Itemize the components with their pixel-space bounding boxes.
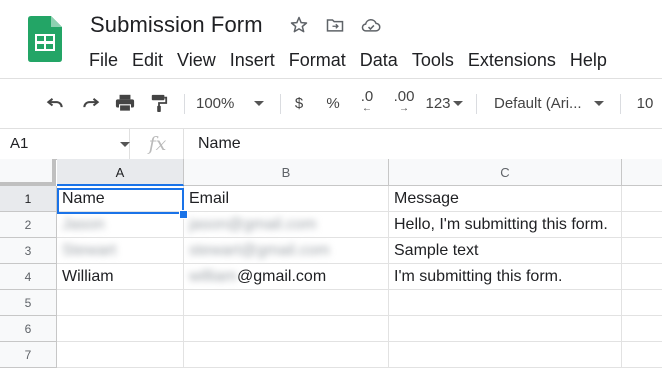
chevron-down-icon [593, 100, 604, 106]
row-header-6[interactable]: 6 [0, 316, 57, 342]
toolbar-divider [476, 94, 477, 114]
menu-view[interactable]: View [170, 48, 223, 72]
sheets-logo-icon[interactable] [28, 16, 62, 62]
cell-c6[interactable] [389, 316, 622, 342]
redacted-email-domain: gmail.com [243, 216, 317, 233]
redo-icon[interactable] [78, 89, 104, 117]
cell-a5[interactable] [57, 290, 184, 316]
column-header-next[interactable] [622, 159, 662, 186]
row-header-3[interactable]: 3 [0, 238, 57, 264]
toolbar-divider [620, 94, 621, 114]
cell-a1[interactable]: Name [57, 186, 184, 212]
fx-icon: fx [132, 129, 184, 159]
cell-d6[interactable] [622, 316, 662, 342]
formula-input[interactable]: Name [198, 129, 241, 159]
name-box-value: A1 [10, 135, 29, 152]
increase-decimal-button[interactable]: .00 → [390, 89, 418, 117]
cell-d2[interactable] [622, 212, 662, 238]
chevron-down-icon [120, 142, 130, 147]
menu-file[interactable]: File [82, 48, 125, 72]
toolbar: 100% $ % .0 ← .00 → 123 Default (Ari... … [0, 78, 662, 129]
cell-a3[interactable]: Stewart [57, 238, 184, 264]
font-value: Default (Ari... [494, 94, 582, 112]
menu-edit[interactable]: Edit [125, 48, 170, 72]
menu-tools[interactable]: Tools [405, 48, 461, 72]
undo-icon[interactable] [42, 89, 68, 117]
decrease-decimal-button[interactable]: .0 ← [354, 89, 380, 117]
cell-b7[interactable] [184, 342, 389, 368]
spreadsheet-grid: A B C 1 Name Email Message 2 Jason jason… [0, 159, 662, 370]
print-icon[interactable] [112, 89, 138, 117]
row-header-5[interactable]: 5 [0, 290, 57, 316]
cell-b2[interactable]: jason@gmail.com [184, 212, 389, 238]
row-header-7[interactable]: 7 [0, 342, 57, 368]
select-all-corner[interactable] [0, 159, 56, 186]
cell-a6[interactable] [57, 316, 184, 342]
cell-d5[interactable] [622, 290, 662, 316]
redacted-email-domain: gmail.com [256, 242, 330, 259]
more-formats-label: 123 [425, 94, 451, 112]
menu-extensions[interactable]: Extensions [461, 48, 563, 72]
chevron-down-icon [254, 100, 265, 106]
fill-handle[interactable] [179, 210, 188, 219]
zoom-value: 100% [196, 94, 235, 112]
menu-format[interactable]: Format [282, 48, 353, 72]
menu-bar: File Edit View Insert Format Data Tools … [82, 48, 614, 72]
redacted-name: Jason [62, 216, 105, 233]
arrow-left-icon: ← [362, 103, 372, 114]
cell-a7[interactable] [57, 342, 184, 368]
formula-bar: A1 fx Name [0, 128, 662, 160]
cell-d7[interactable] [622, 342, 662, 368]
name-box[interactable]: A1 [0, 129, 130, 159]
cell-d4[interactable] [622, 264, 662, 290]
star-icon[interactable] [288, 14, 310, 36]
percent-format-button[interactable]: % [322, 89, 344, 117]
cloud-saved-icon[interactable] [360, 14, 382, 36]
cell-a2[interactable]: Jason [57, 212, 184, 238]
cell-b5[interactable] [184, 290, 389, 316]
document-title[interactable]: Submission Form [90, 12, 263, 38]
increase-decimal-label: .00 [393, 88, 415, 105]
cell-c7[interactable] [389, 342, 622, 368]
arrow-right-icon: → [399, 103, 409, 114]
cell-a4[interactable]: William [57, 264, 184, 290]
menu-data[interactable]: Data [353, 48, 405, 72]
redacted-name: Stewart [62, 242, 117, 259]
cell-d3[interactable] [622, 238, 662, 264]
column-header-a[interactable]: A [57, 159, 184, 186]
more-formats-button[interactable]: 123 [424, 89, 464, 117]
currency-format-button[interactable]: $ [288, 89, 310, 117]
font-size-input[interactable]: 10 [634, 89, 656, 117]
column-header-c[interactable]: C [389, 159, 622, 186]
cell-d1[interactable] [622, 186, 662, 212]
email-domain: @gmail.com [237, 268, 327, 285]
row-header-1[interactable]: 1 [0, 186, 57, 212]
menu-help[interactable]: Help [563, 48, 614, 72]
redacted-email-user: jason@ [189, 216, 244, 233]
chevron-down-icon [452, 100, 463, 106]
cell-c1[interactable]: Message [389, 186, 622, 212]
cell-b6[interactable] [184, 316, 389, 342]
zoom-select[interactable]: 100% [196, 89, 270, 117]
toolbar-divider [280, 94, 281, 114]
row-header-2[interactable]: 2 [0, 212, 57, 238]
cell-c5[interactable] [389, 290, 622, 316]
redacted-email-user: stewart@ [189, 242, 257, 259]
row-header-4[interactable]: 4 [0, 264, 57, 290]
move-to-folder-icon[interactable] [324, 14, 346, 36]
redacted-email-user: william [189, 268, 237, 285]
paint-format-icon[interactable] [146, 89, 172, 117]
cell-b1[interactable]: Email [184, 186, 389, 212]
cell-b3[interactable]: stewart@gmail.com [184, 238, 389, 264]
decrease-decimal-label: .0 [360, 88, 374, 105]
font-select[interactable]: Default (Ari... [494, 89, 610, 117]
cell-c2[interactable]: Hello, I'm submitting this form. [389, 212, 622, 238]
column-header-b[interactable]: B [184, 159, 389, 186]
cell-c4[interactable]: I'm submitting this form. [389, 264, 622, 290]
menu-insert[interactable]: Insert [223, 48, 282, 72]
toolbar-divider [184, 94, 185, 114]
cell-c3[interactable]: Sample text [389, 238, 622, 264]
cell-b4[interactable]: william@gmail.com [184, 264, 389, 290]
